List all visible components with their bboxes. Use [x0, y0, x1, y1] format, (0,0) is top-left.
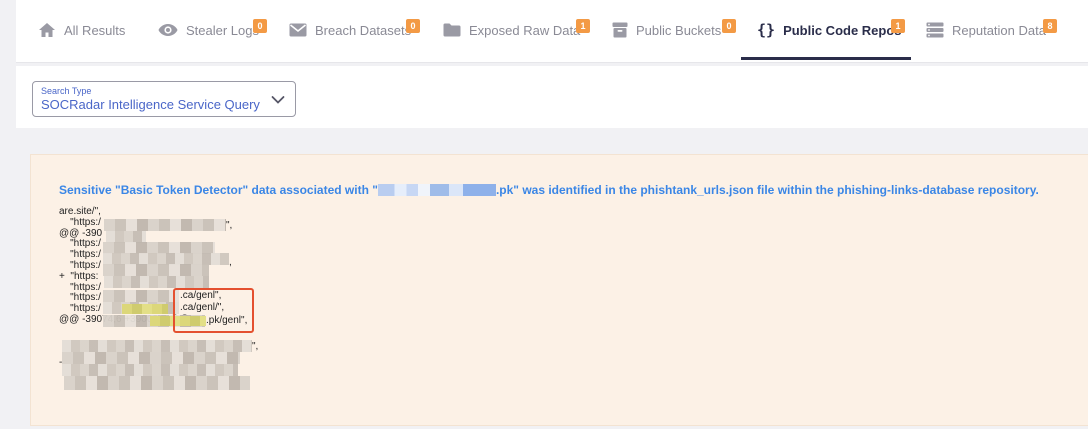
public-buckets-count-badge: 0	[722, 19, 736, 33]
redacted-domain	[377, 184, 496, 196]
result-headline: Sensitive "Basic Token Detector" data as…	[59, 183, 1039, 197]
tab-label: All Results	[64, 22, 126, 38]
highlighted-redaction	[122, 304, 168, 314]
tab-label: Exposed Raw Data	[469, 22, 581, 38]
code-fragment: ",	[226, 220, 233, 231]
redaction-pixelation	[62, 352, 240, 364]
eye-icon	[158, 23, 178, 37]
tab-label: Stealer Logs	[186, 22, 259, 38]
public-code-repos-count-badge: 1	[891, 19, 905, 33]
headline-prefix: Sensitive "Basic Token Detector" data as…	[59, 183, 378, 197]
tab-breach-datasets[interactable]: Breach Datasets	[289, 0, 411, 60]
search-type-section: Search Type SOCRadar Intelligence Servic…	[16, 66, 1088, 128]
tab-label: Breach Datasets	[315, 22, 412, 38]
tab-exposed-raw-data[interactable]: Exposed Raw Data	[443, 0, 580, 60]
page: All Results Stealer Logs Breach Datasets…	[0, 0, 1088, 429]
tab-label: Public Buckets	[636, 22, 722, 38]
highlight-annotation-box	[173, 288, 254, 333]
tab-stealer-logs[interactable]: Stealer Logs	[158, 0, 259, 60]
code-line: are.site/",	[59, 206, 101, 217]
redaction-pixelation	[62, 364, 238, 376]
chevron-down-icon	[271, 92, 285, 110]
home-icon	[38, 22, 56, 38]
search-type-value: SOCRadar Intelligence Service Query	[41, 97, 260, 112]
tab-reputation-data[interactable]: Reputation Data	[926, 0, 1046, 60]
code-braces-icon: {}	[757, 21, 776, 39]
folder-icon	[443, 23, 461, 37]
redaction-pixelation	[64, 376, 250, 390]
search-type-label: Search Type	[41, 86, 92, 96]
envelope-icon	[289, 23, 307, 37]
stealer-logs-count-badge: 0	[253, 19, 267, 33]
tab-label: Public Code Repos	[783, 22, 902, 38]
redaction-pixelation	[104, 276, 209, 288]
tab-public-buckets[interactable]: Public Buckets	[612, 0, 721, 60]
tab-all-results[interactable]: All Results	[38, 0, 125, 60]
code-fragment: ,	[229, 257, 232, 268]
breach-datasets-count-badge: 0	[406, 19, 420, 33]
headline-suffix: .pk" was identified in the phishtank_url…	[495, 183, 1039, 197]
results-tab-bar: All Results Stealer Logs Breach Datasets…	[16, 0, 1088, 63]
redaction-pixelation	[103, 264, 209, 276]
server-icon	[926, 22, 944, 38]
code-fragment: ",	[252, 341, 259, 352]
tab-label: Reputation Data	[952, 22, 1046, 38]
search-type-select[interactable]: Search Type SOCRadar Intelligence Servic…	[32, 81, 296, 117]
redaction-pixelation	[62, 340, 252, 352]
redaction-pixelation	[103, 290, 179, 302]
archive-icon	[612, 22, 628, 38]
reputation-data-count-badge: 8	[1043, 19, 1057, 33]
exposed-raw-data-count-badge: 1	[576, 19, 590, 33]
tab-public-code-repos[interactable]: {} Public Code Repos	[757, 0, 902, 60]
redaction-pixelation	[104, 219, 226, 231]
active-tab-indicator	[741, 57, 911, 60]
